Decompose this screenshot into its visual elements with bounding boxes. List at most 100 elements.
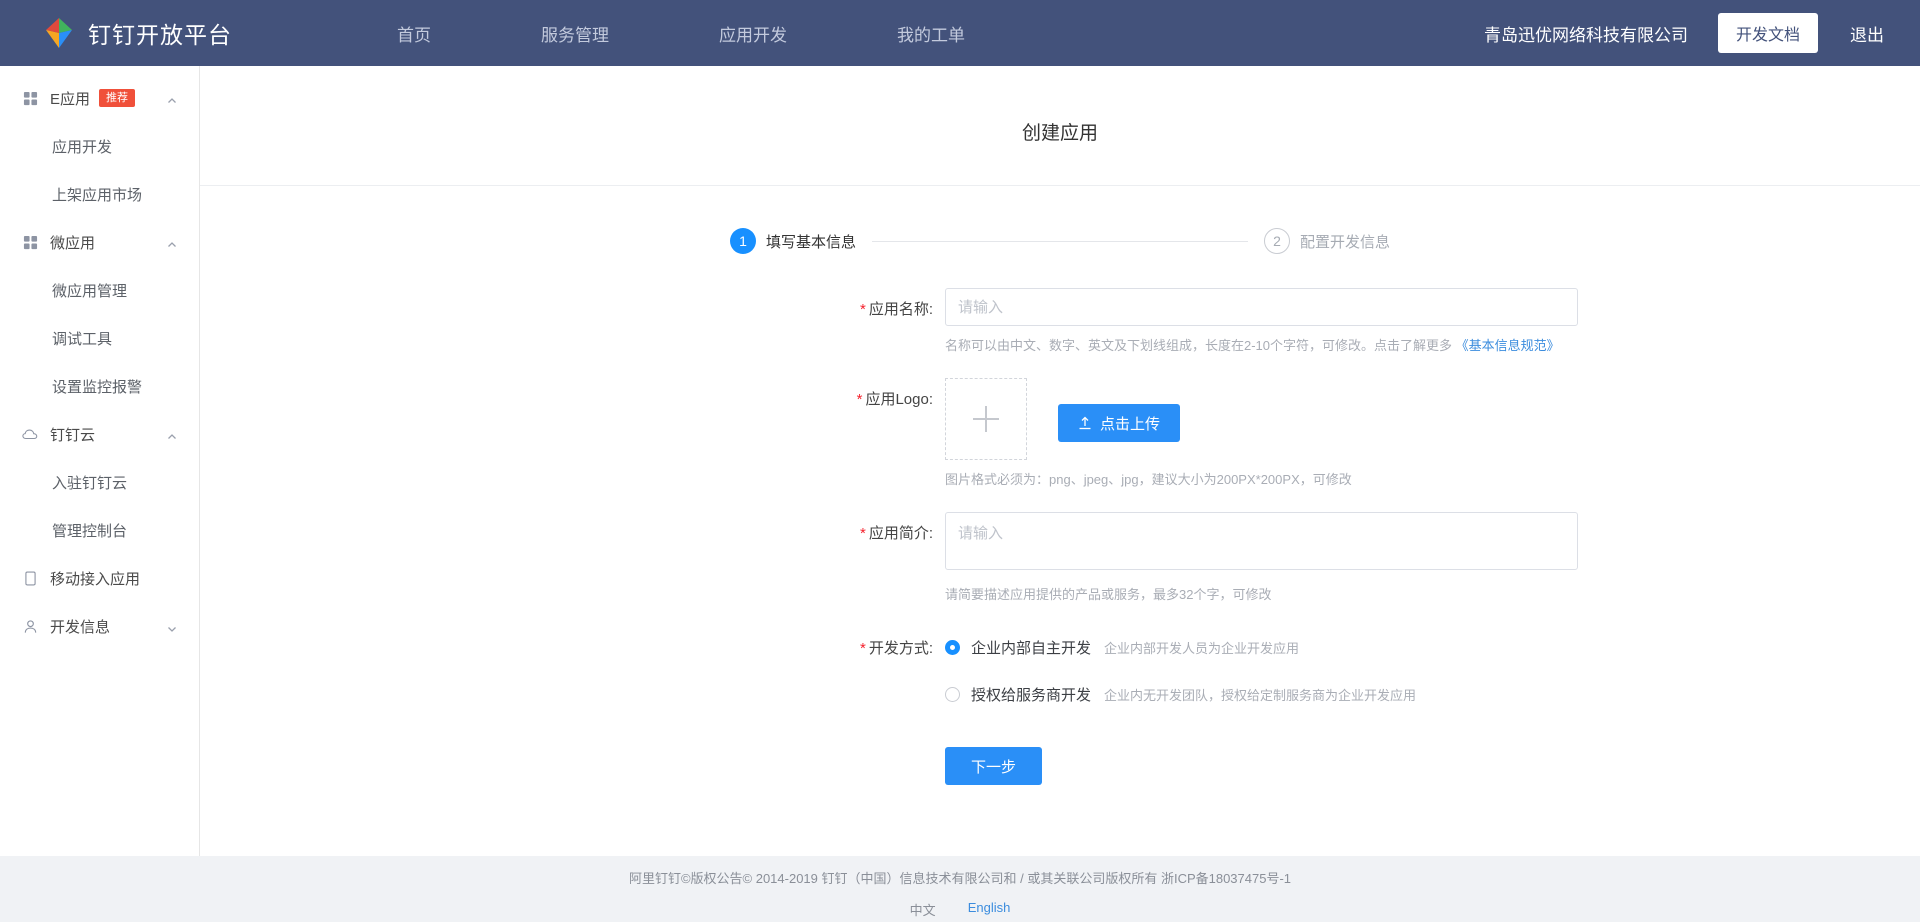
dev-mode-field-wrap: 企业内部自主开发 企业内部开发人员为企业开发应用 授权给服务商开发 企业内无开发… bbox=[945, 627, 1920, 731]
form-row-app-name: *应用名称: 名称可以由中文、数字、英文及下划线组成，长度在2-10个字符，可修… bbox=[200, 288, 1920, 376]
chevron-up-icon[interactable] bbox=[167, 429, 177, 439]
actions-field-wrap: 下一步 bbox=[945, 733, 1920, 785]
app-logo-label-text: 应用Logo: bbox=[865, 391, 933, 408]
app-intro-label-text: 应用简介: bbox=[869, 525, 933, 542]
sidebar-group-label: E应用 bbox=[50, 88, 90, 109]
app-name-input[interactable] bbox=[945, 288, 1578, 326]
sidebar-item-mobile-access-app[interactable]: 移动接入应用 bbox=[0, 554, 199, 602]
dev-mode-option-isv[interactable]: 授权给服务商开发 企业内无开发团队，授权给定制服务商为企业开发应用 bbox=[945, 684, 1920, 704]
app-logo-field-wrap: 点击上传 图片格式必须为：png、jpeg、jpg，建议大小为200PX*200… bbox=[945, 378, 1920, 510]
user-icon bbox=[22, 618, 38, 634]
radio-isv-dev[interactable] bbox=[945, 687, 960, 702]
dev-mode-option-internal[interactable]: 企业内部自主开发 企业内部开发人员为企业开发应用 bbox=[945, 637, 1920, 657]
upload-icon bbox=[1078, 416, 1092, 430]
radio-internal-dev[interactable] bbox=[945, 640, 960, 655]
nav-my-tickets[interactable]: 我的工单 bbox=[887, 21, 975, 46]
sidebar-group-micro-apps[interactable]: 微应用 bbox=[0, 218, 199, 266]
app-name-label-text: 应用名称: bbox=[869, 301, 933, 318]
required-marker: * bbox=[857, 391, 863, 408]
chevron-down-icon[interactable] bbox=[167, 621, 177, 631]
actions-spacer bbox=[200, 733, 945, 785]
upload-logo-button-label: 点击上传 bbox=[1100, 413, 1160, 434]
top-navigation-bar: 钉钉开放平台 首页 服务管理 应用开发 我的工单 青岛迅优网络科技有限公司 开发… bbox=[0, 0, 1920, 66]
top-nav-items: 首页 服务管理 应用开发 我的工单 bbox=[342, 21, 1020, 46]
sidebar-item-debug-tools[interactable]: 调试工具 bbox=[0, 314, 199, 362]
radio-internal-dev-label: 企业内部自主开发 bbox=[971, 637, 1091, 658]
app-intro-hint: 请简要描述应用提供的产品或服务，最多32个字，可修改 bbox=[945, 584, 1920, 603]
required-marker: * bbox=[860, 640, 866, 657]
dingtalk-diamond-logo-icon bbox=[42, 16, 76, 50]
lang-chinese[interactable]: 中文 bbox=[910, 900, 936, 919]
sidebar-group-dingtalk-cloud[interactable]: 钉钉云 bbox=[0, 410, 199, 458]
required-marker: * bbox=[860, 525, 866, 542]
page-shell: E应用 推荐 应用开发 上架应用市场 微应用 bbox=[0, 66, 1920, 856]
dev-mode-label: *开发方式: bbox=[200, 627, 945, 731]
sidebar-item-join-dingtalk-cloud[interactable]: 入驻钉钉云 bbox=[0, 458, 199, 506]
logo-dropzone[interactable] bbox=[945, 378, 1027, 460]
required-marker: * bbox=[860, 301, 866, 318]
sidebar-item-app-development[interactable]: 应用开发 bbox=[0, 122, 199, 170]
app-intro-textarea[interactable] bbox=[945, 512, 1578, 570]
footer-copyright: 阿里钉钉©版权公告© 2014-2019 钉钉（中国）信息技术有限公司和 / 或… bbox=[629, 868, 1291, 887]
nav-service-management[interactable]: 服务管理 bbox=[531, 21, 619, 46]
main-content: 创建应用 1 填写基本信息 2 配置开发信息 *应用名称: bbox=[200, 66, 1920, 856]
sidebar-group-e-apps[interactable]: E应用 推荐 bbox=[0, 74, 199, 122]
recommended-badge: 推荐 bbox=[99, 89, 135, 107]
page-title: 创建应用 bbox=[200, 66, 1920, 185]
sidebar-item-management-console[interactable]: 管理控制台 bbox=[0, 506, 199, 554]
chevron-up-icon[interactable] bbox=[167, 237, 177, 247]
radio-isv-dev-label: 授权给服务商开发 bbox=[971, 684, 1091, 705]
logo-upload-area: 点击上传 bbox=[945, 378, 1920, 460]
sidebar-item-monitor-alerts[interactable]: 设置监控报警 bbox=[0, 362, 199, 410]
sidebar-item-publish-app-market[interactable]: 上架应用市场 bbox=[0, 170, 199, 218]
step-1[interactable]: 1 填写基本信息 bbox=[730, 228, 856, 254]
step-2[interactable]: 2 配置开发信息 bbox=[1264, 228, 1390, 254]
nav-app-development[interactable]: 应用开发 bbox=[709, 21, 797, 46]
sidebar-item-micro-app-management[interactable]: 微应用管理 bbox=[0, 266, 199, 314]
top-bar-right-area: 青岛迅优网络科技有限公司 开发文档 退出 bbox=[1484, 0, 1884, 66]
title-divider bbox=[200, 185, 1920, 186]
upload-logo-button[interactable]: 点击上传 bbox=[1058, 404, 1180, 442]
app-logo-label: *应用Logo: bbox=[200, 378, 945, 510]
step-connector-line bbox=[872, 241, 1248, 242]
step-2-label: 配置开发信息 bbox=[1300, 231, 1390, 252]
form-row-app-intro: *应用简介: 请简要描述应用提供的产品或服务，最多32个字，可修改 bbox=[200, 512, 1920, 625]
chevron-up-icon[interactable] bbox=[167, 93, 177, 103]
lang-english[interactable]: English bbox=[968, 900, 1011, 919]
step-1-number: 1 bbox=[730, 228, 756, 254]
app-logo-hint: 图片格式必须为：png、jpeg、jpg，建议大小为200PX*200PX，可修… bbox=[945, 469, 1920, 488]
app-name-hint-text: 名称可以由中文、数字、英文及下划线组成，长度在2-10个字符，可修改。点击了解更… bbox=[945, 338, 1456, 353]
next-step-button[interactable]: 下一步 bbox=[945, 747, 1042, 785]
basic-info-spec-link[interactable]: 《基本信息规范》 bbox=[1456, 338, 1560, 353]
step-indicator: 1 填写基本信息 2 配置开发信息 bbox=[730, 228, 1390, 254]
radio-isv-dev-desc: 企业内无开发团队，授权给定制服务商为企业开发应用 bbox=[1104, 685, 1416, 704]
sidebar-group-dev-info[interactable]: 开发信息 bbox=[0, 602, 199, 650]
page-footer: 阿里钉钉©版权公告© 2014-2019 钉钉（中国）信息技术有限公司和 / 或… bbox=[0, 856, 1920, 922]
sidebar-group-label: 微应用 bbox=[50, 232, 95, 253]
grid-apps-icon bbox=[22, 234, 38, 250]
sidebar-group-label: 移动接入应用 bbox=[50, 568, 140, 589]
cloud-icon bbox=[22, 426, 38, 442]
logout-button[interactable]: 退出 bbox=[1850, 21, 1884, 46]
step-2-number: 2 bbox=[1264, 228, 1290, 254]
left-sidebar: E应用 推荐 应用开发 上架应用市场 微应用 bbox=[0, 66, 200, 856]
company-name: 青岛迅优网络科技有限公司 bbox=[1484, 21, 1688, 46]
footer-language-switcher: 中文 English bbox=[894, 900, 1027, 919]
form-row-actions: 下一步 bbox=[200, 733, 1920, 785]
plus-icon bbox=[973, 406, 999, 432]
app-intro-label: *应用简介: bbox=[200, 512, 945, 625]
app-name-field-wrap: 名称可以由中文、数字、英文及下划线组成，长度在2-10个字符，可修改。点击了解更… bbox=[945, 288, 1920, 376]
sidebar-group-label: 开发信息 bbox=[50, 616, 110, 637]
brand-name: 钉钉开放平台 bbox=[88, 16, 232, 50]
sidebar-group-label: 钉钉云 bbox=[50, 424, 95, 445]
step-1-label: 填写基本信息 bbox=[766, 231, 856, 252]
dev-docs-button[interactable]: 开发文档 bbox=[1718, 13, 1818, 53]
nav-home[interactable]: 首页 bbox=[387, 21, 441, 46]
app-intro-field-wrap: 请简要描述应用提供的产品或服务，最多32个字，可修改 bbox=[945, 512, 1920, 625]
app-name-hint: 名称可以由中文、数字、英文及下划线组成，长度在2-10个字符，可修改。点击了解更… bbox=[945, 335, 1920, 354]
form-row-dev-mode: *开发方式: 企业内部自主开发 企业内部开发人员为企业开发应用 授权给服务商开发… bbox=[200, 627, 1920, 731]
app-name-label: *应用名称: bbox=[200, 288, 945, 376]
grid-apps-icon bbox=[22, 90, 38, 106]
brand-logo-area[interactable]: 钉钉开放平台 bbox=[42, 16, 232, 50]
dev-mode-label-text: 开发方式: bbox=[869, 640, 933, 657]
